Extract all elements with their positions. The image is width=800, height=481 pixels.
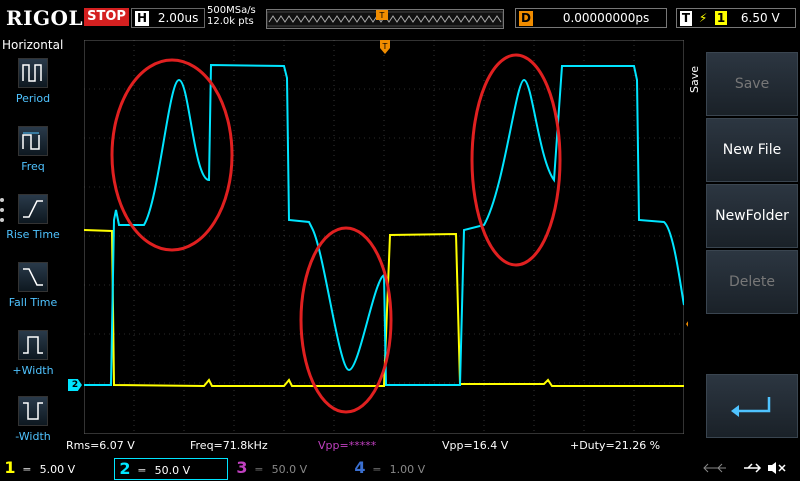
fall-time-icon [18, 262, 48, 292]
sample-info: 500MSa/s 12.0k pts [207, 5, 256, 27]
trigger-level-value: 6.50 V [740, 11, 780, 25]
trigger-source-badge: 1 [715, 11, 728, 25]
measure-negative-width[interactable]: -Width [4, 396, 62, 460]
measurement-bar: Rms=6.07 V Freq=71.8kHz Vpp=***** Vpp=16… [62, 436, 688, 456]
measure-label: Fall Time [8, 296, 58, 309]
measure-label: -Width [15, 430, 51, 443]
trigger-edge-icon: ⚡ [698, 11, 708, 25]
channel-3-number: 3 [236, 458, 248, 477]
delay-label: D [519, 11, 533, 26]
memory-overview: T [266, 9, 504, 29]
signal-icon [703, 463, 726, 473]
memory-overview-wave: T [266, 10, 504, 27]
new-file-button[interactable]: New File [706, 118, 798, 182]
status-bar: RIGOL STOP H 2.00us 500MSa/s 12.0k pts T… [0, 0, 800, 36]
coupling-icon: ═ [255, 463, 263, 476]
channel-4-number: 4 [354, 458, 366, 477]
run-stop-indicator[interactable]: STOP [84, 8, 129, 26]
coupling-icon: ═ [138, 464, 146, 477]
save-menu: Save Save New File NewFolder Delete [688, 36, 800, 456]
measure-frequency[interactable]: Freq [4, 126, 62, 190]
save-button[interactable]: Save [706, 52, 798, 116]
measurement-vpp-ch3: Vpp=***** [318, 439, 377, 452]
measurement-frequency: Freq=71.8kHz [190, 439, 268, 452]
channel-2-scale: 50.0 V [154, 464, 191, 477]
measure-fall-time[interactable]: Fall Time [4, 262, 62, 326]
waveform-display[interactable]: T [84, 40, 684, 434]
negative-width-icon [18, 396, 48, 426]
horizontal-measure-menu: Horizontal Period Freq Rise Time Fall Ti… [0, 36, 64, 456]
enter-button[interactable] [706, 374, 798, 438]
channel-1-scale: 5.00 V [39, 463, 76, 476]
channel-2-number: 2 [119, 459, 131, 478]
positive-width-icon [18, 330, 48, 360]
channel-1-setting[interactable]: 1 ═ 5.00 V [0, 458, 110, 478]
trigger-time-marker-label: T [382, 42, 388, 51]
measure-label: Rise Time [6, 228, 60, 241]
coupling-icon: ═ [23, 463, 31, 476]
channel-3-scale: 50.0 V [271, 463, 308, 476]
menu-title: Save [688, 66, 701, 94]
timebase-value: 2.00us [157, 11, 199, 25]
measure-period[interactable]: Period [4, 58, 62, 122]
coupling-icon: ═ [373, 463, 381, 476]
delay-display[interactable]: D 0.00000000ps [515, 8, 667, 28]
measure-label: Period [15, 92, 51, 105]
usb-icon [744, 463, 762, 473]
horizontal-timebase[interactable]: H 2.00us [131, 8, 205, 28]
measure-positive-width[interactable]: +Width [4, 330, 62, 394]
menu-title: Horizontal [2, 38, 64, 52]
channel-bar: 1 ═ 5.00 V 2 ═ 50.0 V 3 ═ 50.0 V 4 ═ 1.0… [0, 456, 800, 480]
trigger-position-label: T [379, 11, 385, 20]
brand-logo: RIGOL [6, 6, 84, 30]
trigger-label: T [680, 11, 692, 26]
measurement-vpp: Vpp=16.4 V [442, 439, 509, 452]
channel-2-ground-marker[interactable]: 2 [68, 379, 82, 391]
memory-depth: 12.0k pts [207, 16, 254, 27]
period-icon [18, 58, 48, 88]
measure-rise-time[interactable]: Rise Time [4, 194, 62, 258]
channel-3-setting[interactable]: 3 ═ 50.0 V [232, 458, 344, 478]
enter-arrow-icon [731, 397, 771, 417]
measurement-duty: +Duty=21.26 % [570, 439, 661, 452]
measurement-rms: Rms=6.07 V [66, 439, 135, 452]
channel-2-setting[interactable]: 2 ═ 50.0 V [114, 458, 228, 480]
delay-value: 0.00000000ps [562, 11, 650, 25]
channel-1-number: 1 [4, 458, 16, 477]
frequency-icon [18, 126, 48, 156]
horizontal-label: H [135, 11, 149, 26]
rise-time-icon [18, 194, 48, 224]
measure-label: Freq [21, 160, 45, 173]
delete-button[interactable]: Delete [706, 250, 798, 314]
channel-4-setting[interactable]: 4 ═ 1.00 V [350, 458, 462, 478]
speaker-muted-icon [768, 462, 776, 474]
status-icons [703, 462, 786, 474]
channel-4-scale: 1.00 V [389, 463, 426, 476]
trigger-display[interactable]: T ⚡ 1 6.50 V [676, 8, 796, 28]
sample-rate: 500MSa/s [207, 5, 256, 16]
new-folder-button[interactable]: NewFolder [706, 184, 798, 248]
measure-label: +Width [12, 364, 54, 377]
